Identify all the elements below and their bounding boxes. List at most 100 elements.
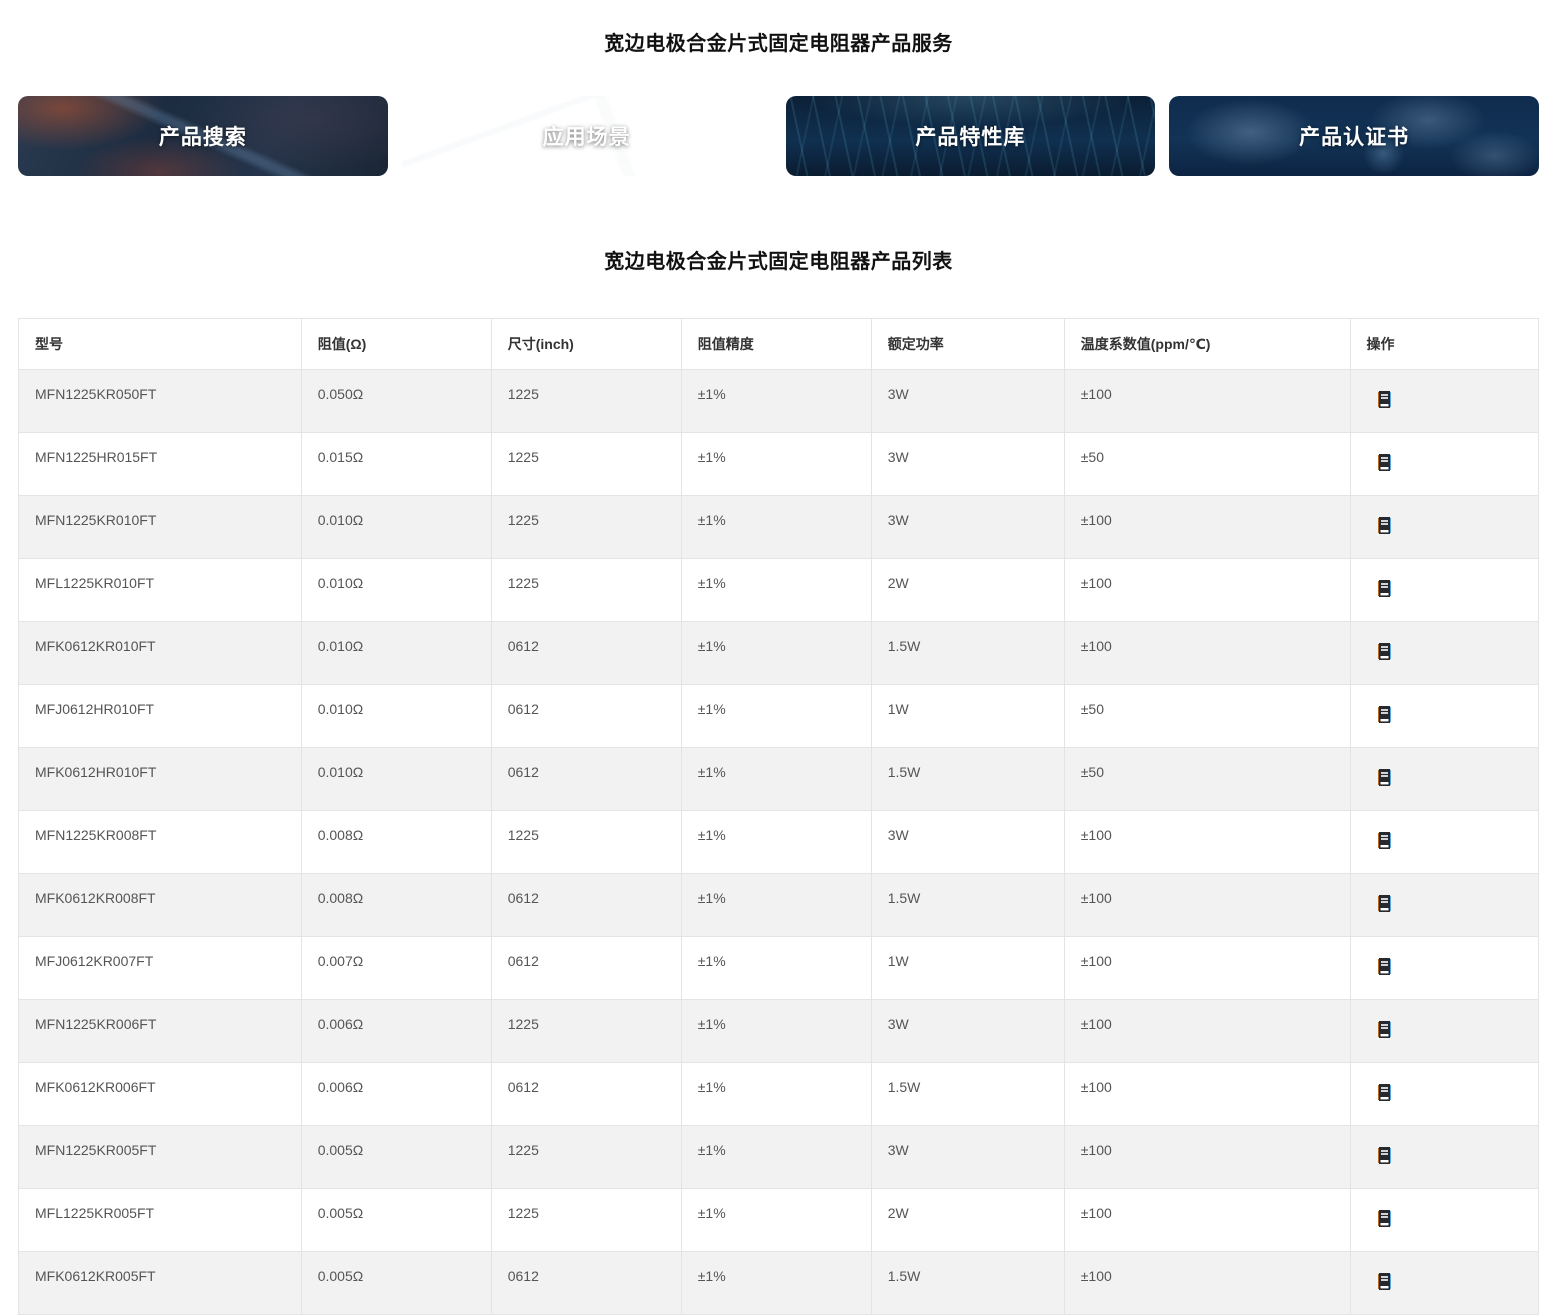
view-datasheet-button[interactable] bbox=[1377, 1084, 1392, 1101]
cell-rated-power: 3W bbox=[871, 1000, 1064, 1063]
nav-card-application-scenes[interactable]: 应用场景 bbox=[402, 96, 772, 176]
view-datasheet-button[interactable] bbox=[1377, 1210, 1392, 1227]
table-row: MFK0612KR010FT0.010Ω0612±1%1.5W±100 bbox=[19, 622, 1539, 685]
document-icon bbox=[1377, 1147, 1392, 1164]
cell-size: 0612 bbox=[491, 685, 681, 748]
table-row: MFJ0612KR007FT0.007Ω0612±1%1W±100 bbox=[19, 937, 1539, 1000]
view-datasheet-button[interactable] bbox=[1377, 769, 1392, 786]
document-icon bbox=[1377, 769, 1392, 786]
cell-resistance: 0.007Ω bbox=[301, 937, 491, 1000]
view-datasheet-button[interactable] bbox=[1377, 706, 1392, 723]
cell-precision: ±1% bbox=[681, 496, 871, 559]
table-row: MFN1225HR015FT0.015Ω1225±1%3W±50 bbox=[19, 433, 1539, 496]
view-datasheet-button[interactable] bbox=[1377, 454, 1392, 471]
nav-card-label: 应用场景 bbox=[543, 121, 631, 151]
document-icon bbox=[1377, 832, 1392, 849]
cell-size: 1225 bbox=[491, 1000, 681, 1063]
cell-precision: ±1% bbox=[681, 370, 871, 433]
cell-precision: ±1% bbox=[681, 874, 871, 937]
view-datasheet-button[interactable] bbox=[1377, 958, 1392, 975]
cell-model: MFK0612KR006FT bbox=[19, 1063, 302, 1126]
cell-model: MFN1225KR008FT bbox=[19, 811, 302, 874]
cell-temp-coeff: ±100 bbox=[1064, 874, 1350, 937]
view-datasheet-button[interactable] bbox=[1377, 580, 1392, 597]
cell-operation bbox=[1350, 559, 1539, 622]
cell-resistance: 0.050Ω bbox=[301, 370, 491, 433]
nav-card-label: 产品特性库 bbox=[915, 121, 1025, 151]
cell-rated-power: 1.5W bbox=[871, 1252, 1064, 1315]
cell-size: 1225 bbox=[491, 811, 681, 874]
cell-resistance: 0.006Ω bbox=[301, 1063, 491, 1126]
cell-size: 1225 bbox=[491, 1189, 681, 1252]
document-icon bbox=[1377, 454, 1392, 471]
table-row: MFK0612KR006FT0.006Ω0612±1%1.5W±100 bbox=[19, 1063, 1539, 1126]
cell-operation bbox=[1350, 370, 1539, 433]
view-datasheet-button[interactable] bbox=[1377, 1147, 1392, 1164]
cell-operation bbox=[1350, 1252, 1539, 1315]
cell-temp-coeff: ±100 bbox=[1064, 559, 1350, 622]
table-row: MFK0612KR008FT0.008Ω0612±1%1.5W±100 bbox=[19, 874, 1539, 937]
table-row: MFN1225KR050FT0.050Ω1225±1%3W±100 bbox=[19, 370, 1539, 433]
view-datasheet-button[interactable] bbox=[1377, 895, 1392, 912]
cell-model: MFK0612KR005FT bbox=[19, 1252, 302, 1315]
document-icon bbox=[1377, 895, 1392, 912]
view-datasheet-button[interactable] bbox=[1377, 1021, 1392, 1038]
cell-model: MFL1225KR010FT bbox=[19, 559, 302, 622]
cell-operation bbox=[1350, 433, 1539, 496]
cell-size: 1225 bbox=[491, 370, 681, 433]
document-icon bbox=[1377, 580, 1392, 597]
cell-size: 1225 bbox=[491, 496, 681, 559]
table-header-row: 型号 阻值(Ω) 尺寸(inch) 阻值精度 额定功率 温度系数值(ppm/℃)… bbox=[19, 319, 1539, 370]
nav-card-product-search[interactable]: 产品搜索 bbox=[18, 96, 388, 176]
cell-operation bbox=[1350, 685, 1539, 748]
cell-temp-coeff: ±100 bbox=[1064, 1063, 1350, 1126]
table-row: MFL1225KR010FT0.010Ω1225±1%2W±100 bbox=[19, 559, 1539, 622]
cell-resistance: 0.015Ω bbox=[301, 433, 491, 496]
cell-model: MFN1225KR010FT bbox=[19, 496, 302, 559]
product-table-body: MFN1225KR050FT0.050Ω1225±1%3W±100 MFN122… bbox=[19, 370, 1539, 1315]
section-title: 宽边电极合金片式固定电阻器产品列表 bbox=[0, 245, 1557, 274]
nav-cards: 产品搜索 应用场景 产品特性库 产品认证书 bbox=[18, 96, 1539, 176]
cell-model: MFJ0612HR010FT bbox=[19, 685, 302, 748]
page: 宽边电极合金片式固定电阻器产品服务 产品搜索 应用场景 产品特性库 产品认证书 … bbox=[0, 0, 1557, 1315]
view-datasheet-button[interactable] bbox=[1377, 1273, 1392, 1290]
cell-rated-power: 2W bbox=[871, 1189, 1064, 1252]
cell-model: MFK0612KR010FT bbox=[19, 622, 302, 685]
cell-size: 1225 bbox=[491, 559, 681, 622]
cell-rated-power: 1W bbox=[871, 685, 1064, 748]
cell-precision: ±1% bbox=[681, 937, 871, 1000]
cell-temp-coeff: ±50 bbox=[1064, 685, 1350, 748]
cell-size: 0612 bbox=[491, 622, 681, 685]
view-datasheet-button[interactable] bbox=[1377, 517, 1392, 534]
cell-precision: ±1% bbox=[681, 1252, 871, 1315]
document-icon bbox=[1377, 958, 1392, 975]
product-table: 型号 阻值(Ω) 尺寸(inch) 阻值精度 额定功率 温度系数值(ppm/℃)… bbox=[18, 318, 1539, 1315]
cell-precision: ±1% bbox=[681, 1000, 871, 1063]
cell-model: MFN1225KR006FT bbox=[19, 1000, 302, 1063]
table-row: MFN1225KR010FT0.010Ω1225±1%3W±100 bbox=[19, 496, 1539, 559]
cell-size: 0612 bbox=[491, 937, 681, 1000]
cell-precision: ±1% bbox=[681, 559, 871, 622]
nav-card-characteristics-library[interactable]: 产品特性库 bbox=[786, 96, 1156, 176]
view-datasheet-button[interactable] bbox=[1377, 643, 1392, 660]
document-icon bbox=[1377, 643, 1392, 660]
table-row: MFK0612HR010FT0.010Ω0612±1%1.5W±50 bbox=[19, 748, 1539, 811]
column-header-temp-coeff: 温度系数值(ppm/℃) bbox=[1064, 319, 1350, 370]
cell-size: 0612 bbox=[491, 748, 681, 811]
table-row: MFN1225KR005FT0.005Ω1225±1%3W±100 bbox=[19, 1126, 1539, 1189]
cell-temp-coeff: ±100 bbox=[1064, 622, 1350, 685]
cell-operation bbox=[1350, 874, 1539, 937]
cell-size: 1225 bbox=[491, 1126, 681, 1189]
cell-temp-coeff: ±100 bbox=[1064, 1126, 1350, 1189]
column-header-operation: 操作 bbox=[1350, 319, 1539, 370]
cell-precision: ±1% bbox=[681, 1063, 871, 1126]
cell-rated-power: 3W bbox=[871, 433, 1064, 496]
nav-card-certificates[interactable]: 产品认证书 bbox=[1169, 96, 1539, 176]
view-datasheet-button[interactable] bbox=[1377, 391, 1392, 408]
cell-resistance: 0.010Ω bbox=[301, 496, 491, 559]
cell-operation bbox=[1350, 937, 1539, 1000]
cell-model: MFJ0612KR007FT bbox=[19, 937, 302, 1000]
document-icon bbox=[1377, 706, 1392, 723]
view-datasheet-button[interactable] bbox=[1377, 832, 1392, 849]
cell-operation bbox=[1350, 1126, 1539, 1189]
